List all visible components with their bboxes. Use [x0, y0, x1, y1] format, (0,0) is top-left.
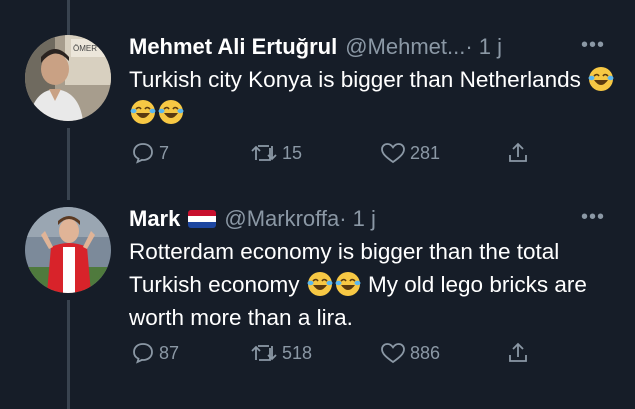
share-icon: [509, 342, 527, 362]
retweet-button[interactable]: 518: [250, 341, 312, 365]
more-options-icon[interactable]: •••: [581, 205, 605, 229]
author-name[interactable]: Mehmet Ali Ertuğrul: [129, 33, 337, 61]
reply-count: 7: [159, 142, 170, 163]
like-button[interactable]: 281: [380, 141, 440, 165]
avatar-mehmet[interactable]: ÖMER: [25, 35, 111, 121]
laughing-crying-emoji-icon: [335, 271, 361, 297]
laughing-crying-emoji-icon: [130, 99, 156, 125]
share-button[interactable]: [506, 141, 534, 165]
retweet-icon: [251, 145, 277, 161]
like-count: 886: [410, 342, 441, 363]
reply-count: 87: [159, 342, 180, 363]
retweet-button[interactable]: 15: [250, 141, 302, 165]
laughing-crying-emoji-icon: [307, 271, 333, 297]
tweet-text-content: Turkish city Konya is bigger than Nether…: [129, 67, 581, 92]
netherlands-flag-icon: [188, 210, 217, 228]
author-handle[interactable]: @Markroffa: [224, 205, 339, 233]
reply-button[interactable]: 7: [131, 141, 169, 165]
like-button[interactable]: 886: [380, 341, 440, 365]
share-icon: [509, 142, 527, 162]
author-name[interactable]: Mark: [129, 205, 180, 233]
tweet-actions: 7 15 281: [0, 141, 635, 171]
laughing-crying-emoji-icon: [158, 99, 184, 125]
avatar-mark[interactable]: [25, 207, 111, 293]
author-handle[interactable]: @Mehmet...: [345, 33, 465, 61]
retweet-icon: [251, 345, 277, 361]
retweet-count: 15: [282, 142, 303, 163]
tweet-time[interactable]: · 1 j: [339, 205, 376, 233]
avatar-sign-text: ÖMER: [73, 44, 97, 53]
retweet-count: 518: [282, 342, 313, 363]
tweet-time[interactable]: · 1 j: [465, 33, 502, 61]
reply-icon: [133, 343, 153, 364]
reply-button[interactable]: 87: [131, 341, 179, 365]
heart-icon: [381, 143, 405, 164]
share-button[interactable]: [506, 341, 534, 365]
laughing-crying-emoji-icon: [588, 66, 614, 92]
more-options-icon[interactable]: •••: [581, 33, 605, 57]
tweet-text: Rotterdam economy is bigger than the tot…: [129, 235, 619, 334]
thread-line-top: [67, 0, 70, 38]
tweet-actions: 87 518 886: [0, 341, 635, 371]
heart-icon: [381, 343, 405, 364]
tweet-text: Turkish city Konya is bigger than Nether…: [129, 63, 619, 129]
reply-icon: [133, 143, 153, 164]
like-count: 281: [410, 142, 441, 163]
